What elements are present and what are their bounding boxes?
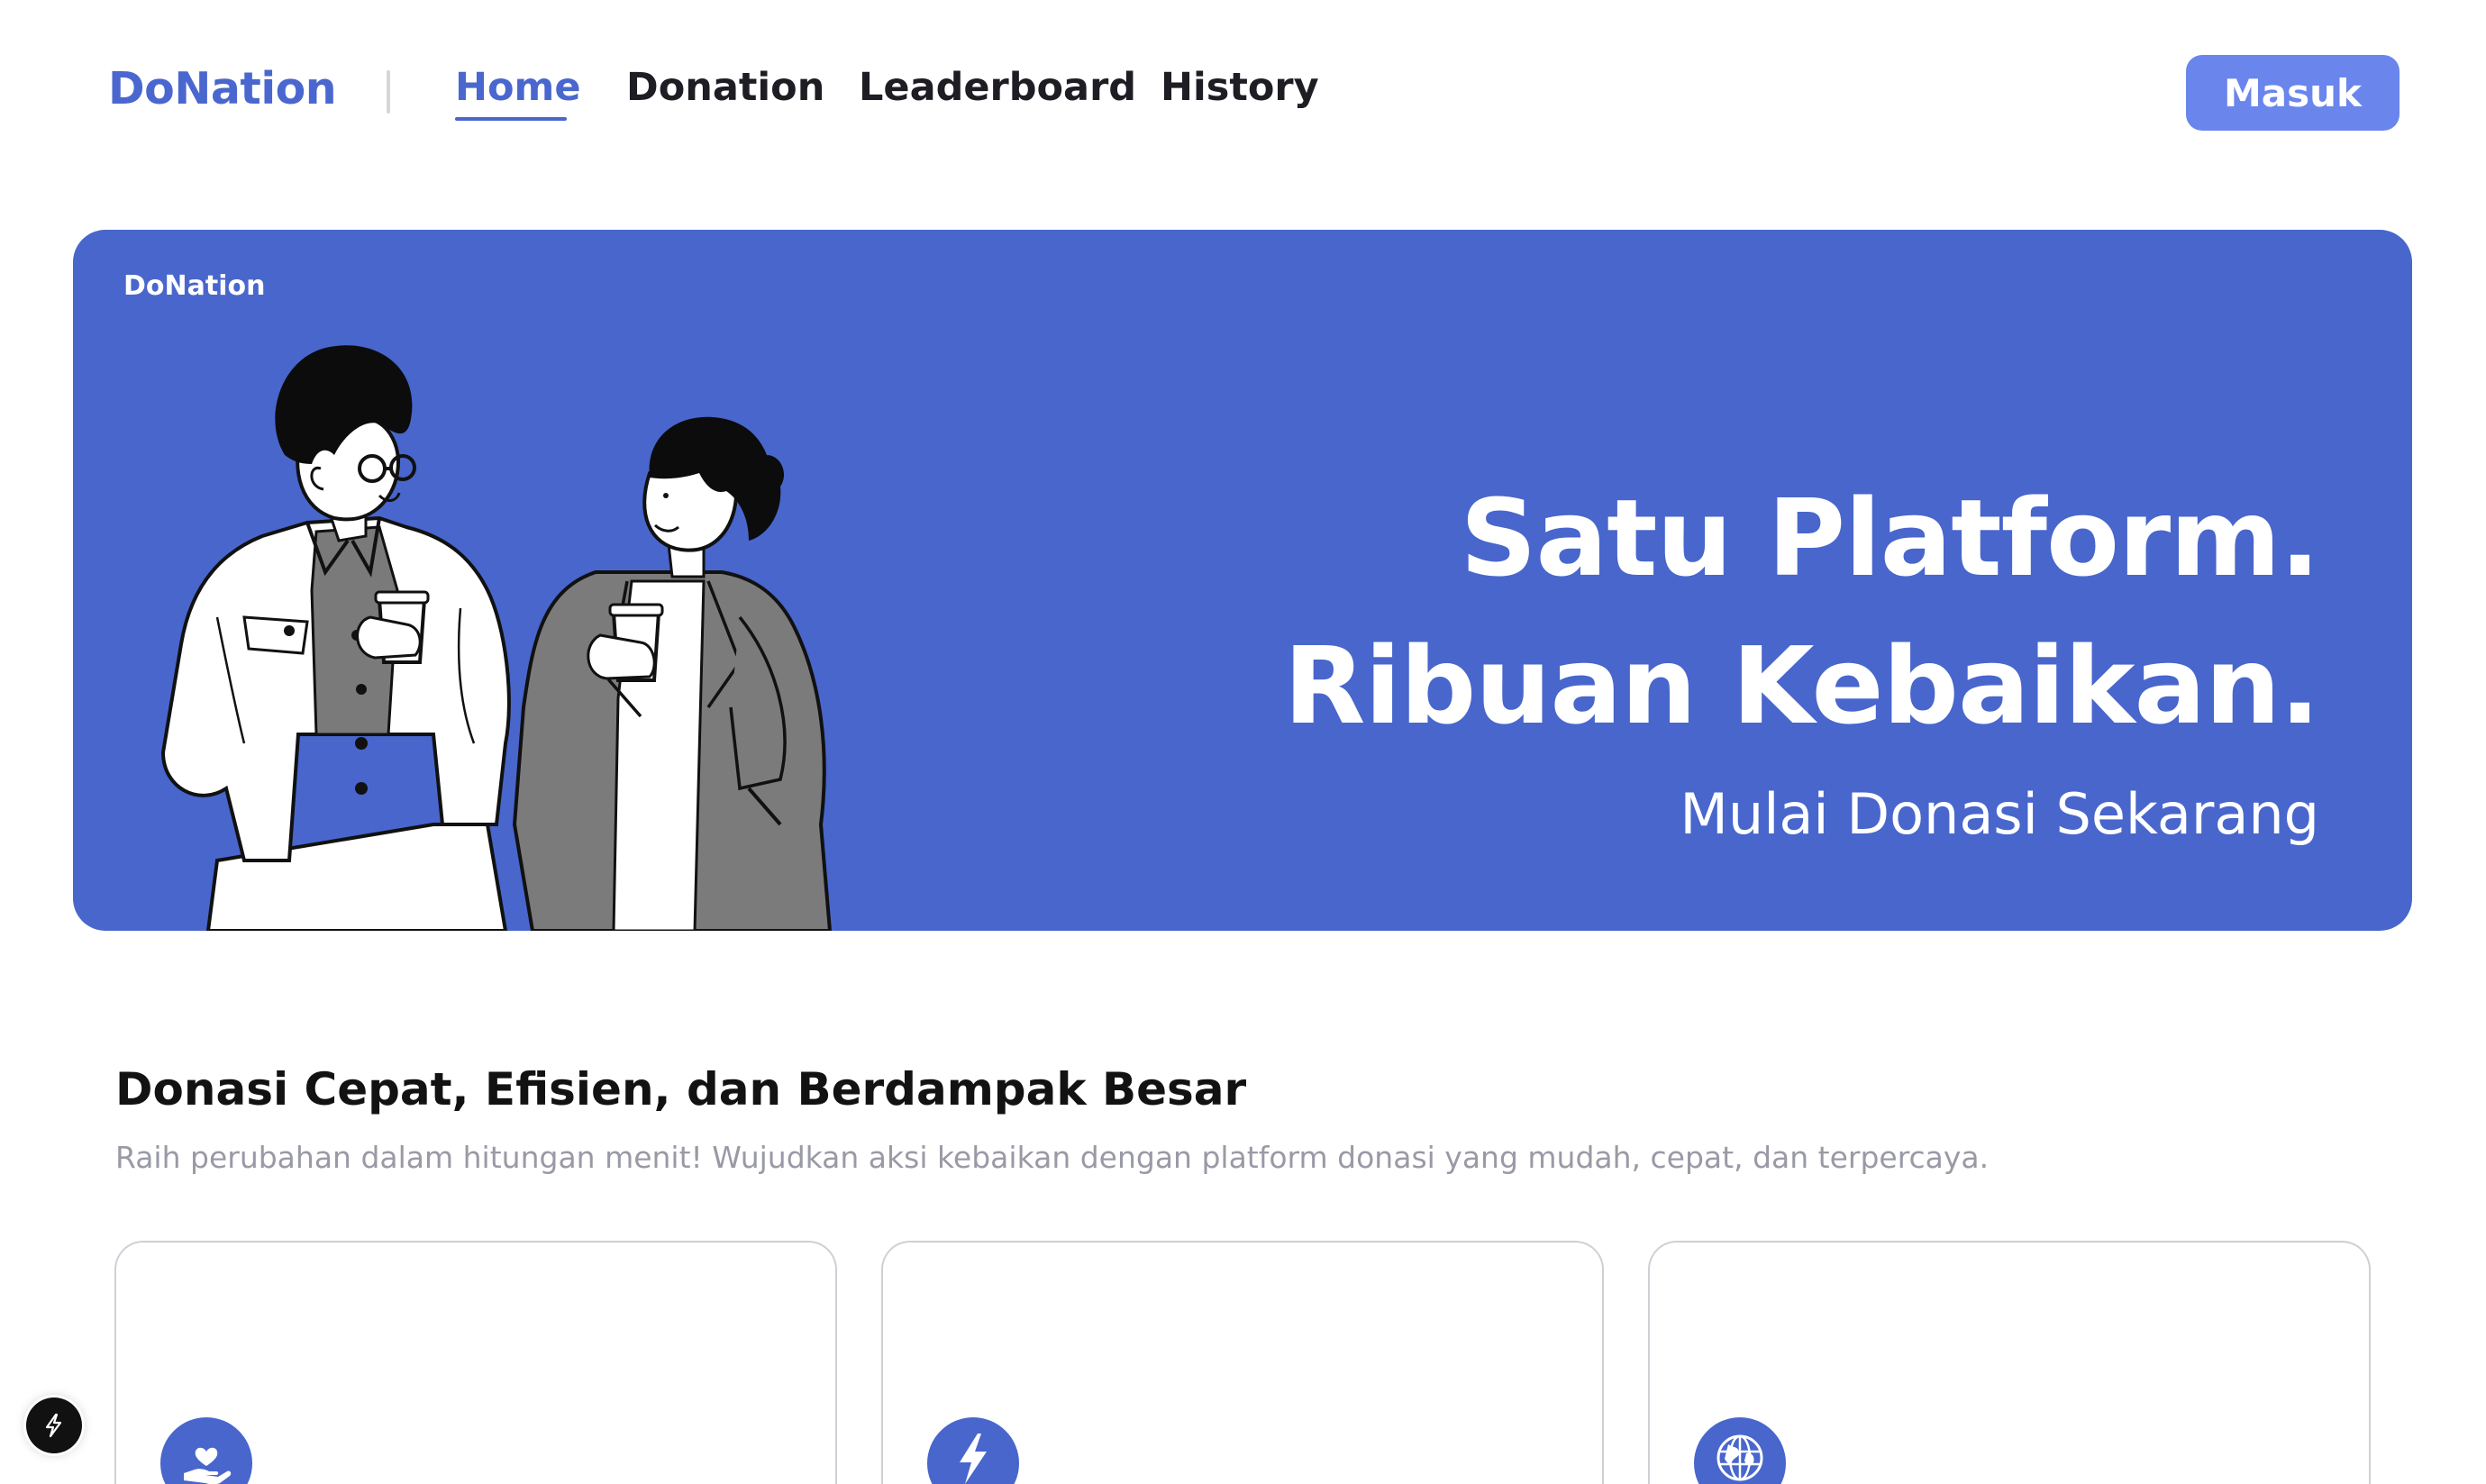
- nav-item-donation[interactable]: Donation: [626, 65, 824, 110]
- globe-icon: [1694, 1417, 1786, 1484]
- nav-item-home[interactable]: Home: [455, 65, 581, 110]
- hero-subtitle[interactable]: Mulai Donasi Sekarang: [1680, 781, 2319, 847]
- login-button[interactable]: Masuk: [2186, 55, 2399, 131]
- feature-card[interactable]: [1648, 1241, 2371, 1484]
- navbar: DoNation Home Donation Leaderboard Histo…: [0, 0, 2486, 189]
- hero-title-line-1: Satu Platform.: [1460, 476, 2320, 600]
- nav-divider: [387, 70, 390, 114]
- hero-title-line-2: Ribuan Kebaikan.: [1283, 624, 2320, 748]
- hand-heart-icon: [160, 1417, 252, 1484]
- hero-brand-logo: DoNation: [123, 270, 266, 302]
- nav-item-leaderboard[interactable]: Leaderboard: [859, 65, 1136, 110]
- features-title: Donasi Cepat, Efisien, dan Berdampak Bes…: [115, 1063, 1247, 1115]
- hero-title: Satu Platform. Ribuan Kebaikan.: [1283, 464, 2320, 760]
- woman-figure: [512, 416, 833, 931]
- nav-active-underline: [455, 117, 567, 121]
- dev-tools-bolt-icon[interactable]: [26, 1398, 82, 1453]
- feature-card[interactable]: [881, 1241, 1604, 1484]
- brand-logo[interactable]: DoNation: [108, 63, 337, 114]
- man-figure: [160, 345, 511, 931]
- hero-banner[interactable]: DoNation Satu Platform. Ribuan Kebaikan.…: [73, 230, 2412, 931]
- lightning-icon: [927, 1417, 1019, 1484]
- feature-card[interactable]: [114, 1241, 837, 1484]
- features-description: Raih perubahan dalam hitungan menit! Wuj…: [115, 1140, 1990, 1175]
- people-chatting-illustration: [160, 345, 833, 931]
- nav-item-history[interactable]: History: [1161, 65, 1319, 110]
